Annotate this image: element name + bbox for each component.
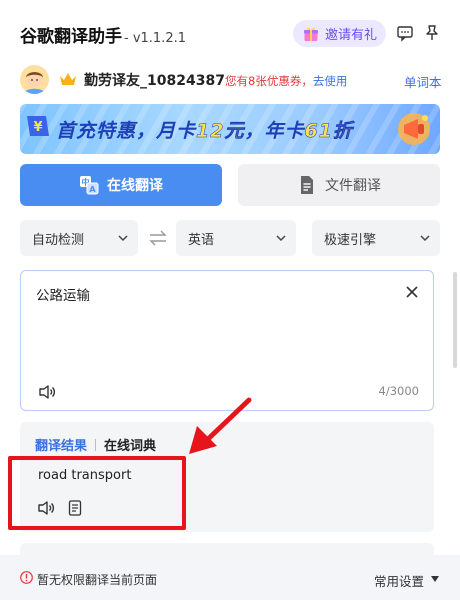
source-text[interactable]: 公路运输	[36, 284, 90, 304]
swap-languages-icon[interactable]	[148, 230, 168, 246]
svg-text:A: A	[89, 185, 96, 194]
target-language-select[interactable]: 英语	[176, 220, 296, 256]
avatar-image	[20, 65, 49, 94]
coupon-text: 您有8张优惠券，	[225, 74, 313, 88]
chevron-down-icon	[118, 235, 128, 242]
chevron-down-icon	[420, 235, 430, 242]
tab-file-label: 文件翻译	[325, 178, 381, 194]
avatar[interactable]	[20, 65, 49, 94]
speaker-icon[interactable]	[38, 384, 56, 400]
translate-icon: 中 A	[80, 176, 99, 195]
source-language-select[interactable]: 自动检测	[20, 220, 138, 256]
tab-divider	[95, 438, 97, 451]
invite-label: 邀请有礼	[325, 28, 378, 43]
svg-text:¥: ¥	[33, 120, 42, 135]
source-text-input[interactable]: 公路运输 4/3000	[20, 270, 434, 411]
gift-icon	[304, 27, 318, 41]
banner-text-part2: ，年卡	[244, 120, 305, 142]
app-header: 谷歌翻译助手 - v1.1.2.1	[20, 22, 186, 47]
tab-online-dictionary[interactable]: 在线词典	[104, 435, 156, 454]
warning-icon	[20, 571, 33, 584]
source-language-value: 自动检测	[32, 232, 85, 248]
target-language-value: 英语	[188, 232, 215, 248]
pin-icon[interactable]	[423, 24, 441, 42]
promo-banner[interactable]: ¥ 首充特惠，月卡12元，年卡61折	[20, 104, 440, 154]
scrollbar[interactable]	[453, 272, 457, 368]
coupon-notice: 您有8张优惠券，去使用	[225, 73, 347, 89]
invite-button[interactable]: 邀请有礼	[293, 20, 386, 47]
character-count: 4/3000	[378, 384, 419, 398]
banner-price-yearly: 61折	[304, 120, 353, 143]
result-tabs: 翻译结果 在线词典	[35, 435, 156, 454]
document-icon	[301, 176, 313, 194]
settings-menu[interactable]: 常用设置	[374, 571, 424, 590]
tab-online-label: 在线翻译	[107, 178, 163, 194]
close-icon[interactable]	[405, 285, 419, 299]
vocabulary-link[interactable]: 单词本	[404, 72, 442, 91]
engine-value: 极速引擎	[324, 232, 377, 248]
crown-icon	[60, 73, 76, 85]
footer-bar: 暂无权限翻译当前页面 常用设置	[0, 555, 460, 600]
app-version: - v1.1.2.1	[124, 31, 186, 46]
username: 勤劳译友_10824387	[84, 73, 225, 89]
annotation-arrow-icon	[189, 397, 252, 454]
engine-select[interactable]: 极速引擎	[312, 220, 440, 256]
banner-price-monthly: 12元	[196, 120, 245, 143]
banner-text-part1: 首充特惠，月卡	[56, 120, 197, 142]
permission-warning: 暂无权限翻译当前页面	[37, 573, 158, 587]
tab-translation-result[interactable]: 翻译结果	[35, 435, 87, 454]
coupon-use-link[interactable]: 去使用	[313, 74, 348, 88]
megaphone-icon	[398, 113, 430, 145]
message-icon[interactable]	[396, 24, 414, 42]
promo-badge-icon: ¥	[27, 116, 49, 136]
tab-file-translate[interactable]: 文件翻译	[238, 164, 440, 206]
chevron-down-icon	[276, 235, 286, 242]
highlight-box	[8, 456, 186, 530]
tab-online-translate[interactable]: 中 A 在线翻译	[20, 164, 222, 206]
caret-down-icon[interactable]	[431, 576, 439, 582]
banner-text: 首充特惠，月卡12元，年卡61折	[56, 116, 353, 143]
app-title: 谷歌翻译助手	[20, 27, 122, 47]
